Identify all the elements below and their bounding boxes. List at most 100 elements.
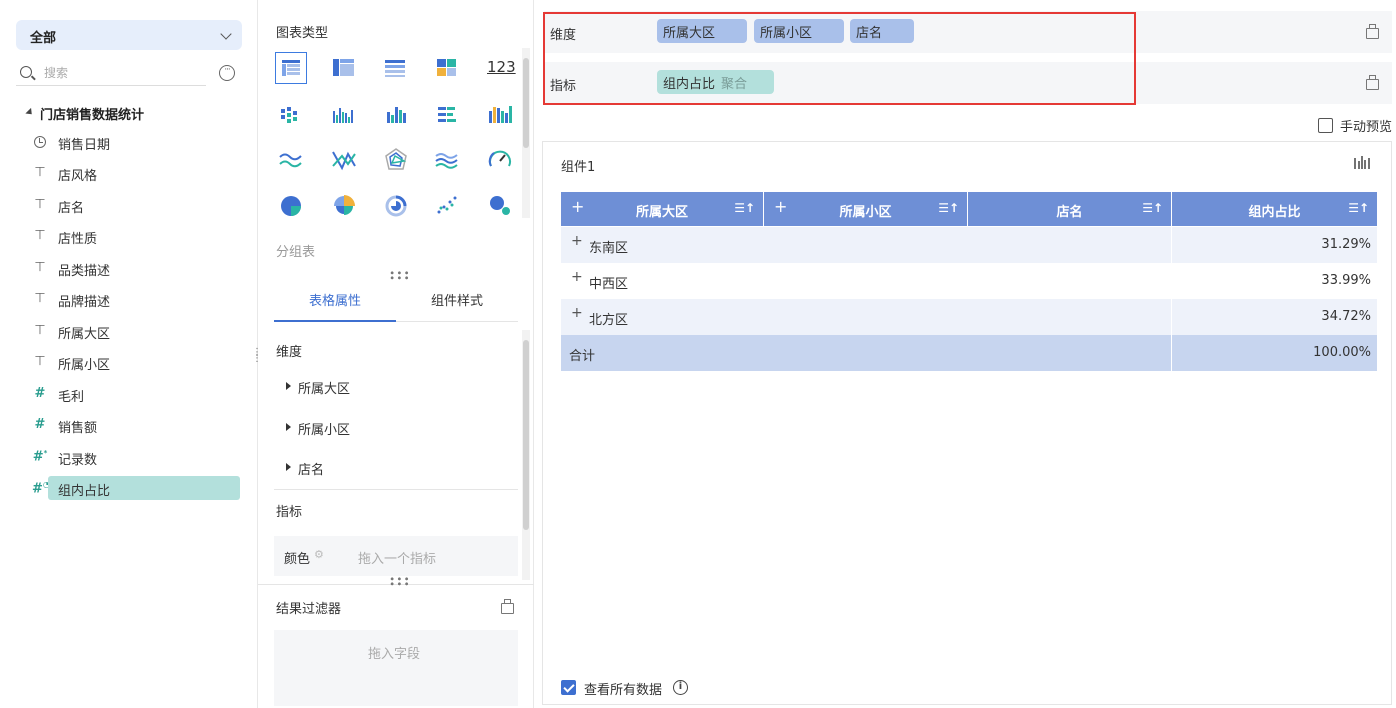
bar-chart-icon[interactable] (380, 99, 412, 131)
caret-right-icon[interactable] (286, 382, 291, 390)
dataset-root[interactable]: 门店销售数据统计 (40, 104, 144, 123)
manual-preview-checkbox[interactable] (1318, 118, 1333, 133)
measure-shelf[interactable]: 指标 组内占比 聚合 (544, 62, 1392, 104)
pie-chart-icon[interactable] (275, 190, 307, 222)
more-options-icon[interactable]: ··· (219, 65, 235, 81)
scrollbar-thumb[interactable] (523, 340, 529, 530)
component-title: 组件1 (561, 160, 596, 175)
number-icon[interactable]: 123 (484, 52, 516, 84)
sort-icon[interactable]: ☰↑ (938, 201, 959, 215)
expand-row-icon[interactable]: + (571, 305, 583, 321)
radar-chart-icon[interactable] (380, 144, 412, 176)
expand-row-icon[interactable]: + (571, 269, 583, 285)
column-header-label: 所属大区 (635, 205, 688, 220)
scope-dropdown-label: 全部 (30, 31, 57, 46)
dimension-pill[interactable]: 所属大区 (657, 19, 747, 43)
component-card: 组件1 + 所属大区 ☰↑ + 所属小区 ☰↑ 店名 ☰↑ 组内占比 ☰↑ + … (542, 141, 1392, 705)
text-field-icon: ⊤ (34, 291, 46, 306)
chart-toggle-icon[interactable] (1353, 154, 1371, 172)
field-label: 组内占比 (58, 484, 111, 499)
area-chart-icon[interactable] (431, 144, 463, 176)
dimension-pill[interactable]: 店名 (850, 19, 914, 43)
tab-component-style[interactable]: 组件样式 (396, 290, 518, 309)
dimension-item[interactable]: 所属小区 (298, 419, 350, 438)
table-chart-icon[interactable] (275, 52, 307, 84)
cross-table-icon[interactable] (328, 52, 360, 84)
properties-scrollbar[interactable] (522, 330, 530, 580)
stacked-bar-icon[interactable] (484, 99, 516, 131)
field-item[interactable]: ⊤ 品牌描述 (26, 287, 240, 311)
caret-right-icon[interactable] (286, 463, 291, 471)
search-input[interactable] (44, 64, 194, 82)
table-row[interactable]: + 北方区 34.72% (561, 299, 1377, 335)
dimension-item[interactable]: 店名 (298, 459, 324, 478)
column-header[interactable]: + 所属大区 ☰↑ (561, 192, 763, 226)
grouped-dot-icon[interactable] (275, 99, 307, 131)
manual-preview-label: 手动预览 (1340, 120, 1393, 135)
dimension-item[interactable]: 所属大区 (298, 378, 350, 397)
kpi-card-icon[interactable] (431, 52, 463, 84)
field-item-selected[interactable]: 组内占比 (48, 476, 240, 500)
field-item[interactable]: ⊤ 店名 (26, 193, 240, 217)
shelf-settings-icon[interactable] (1366, 24, 1379, 39)
scrollbar-thumb[interactable] (523, 58, 529, 148)
chart-type-scrollbar[interactable] (522, 48, 530, 218)
grouped-bar-icon[interactable] (328, 99, 360, 131)
gauge-icon[interactable] (484, 144, 516, 176)
column-header-label: 所属小区 (839, 205, 892, 220)
field-item[interactable]: ⊤ 品类描述 (26, 256, 240, 280)
aggregate-label: 聚合 (721, 77, 748, 92)
field-item[interactable]: ⊤ 店性质 (26, 224, 240, 248)
column-header-label: 店名 (1056, 205, 1083, 220)
donut-chart-icon[interactable] (380, 190, 412, 222)
measure-pill[interactable]: 组内占比 聚合 (657, 70, 774, 94)
info-icon[interactable]: i (673, 680, 688, 695)
text-field-icon: ⊤ (34, 197, 46, 212)
bubble-chart-icon[interactable] (484, 190, 516, 222)
measure-section-title: 指标 (276, 505, 303, 520)
scope-dropdown[interactable]: 全部 (16, 20, 242, 50)
field-item[interactable]: # 毛利 (26, 382, 240, 406)
table-row[interactable]: + 东南区 31.29% (561, 227, 1377, 263)
filter-settings-icon[interactable] (501, 599, 514, 614)
column-header[interactable]: 组内占比 ☰↑ (1172, 192, 1377, 226)
tab-table-properties[interactable]: 表格属性 (274, 290, 396, 309)
dimension-shelf[interactable]: 维度 所属大区 所属小区 店名 (544, 11, 1392, 53)
view-all-data-checkbox[interactable] (561, 680, 576, 695)
scatter-chart-icon[interactable] (431, 190, 463, 222)
total-label: 合计 (569, 349, 596, 364)
sort-icon[interactable]: ☰↑ (734, 201, 755, 215)
ratio-cell: 31.29% (1321, 237, 1371, 252)
column-header[interactable]: 店名 ☰↑ (968, 192, 1171, 226)
line-chart-icon[interactable] (275, 144, 307, 176)
resize-handle[interactable]: ∙∙∙ ∙∙∙ (389, 575, 411, 590)
count-field-icon: #* (32, 449, 48, 465)
gear-icon[interactable]: ⚙ (314, 548, 324, 561)
column-header-label: 组内占比 (1248, 205, 1301, 220)
field-item[interactable]: ⊤ 所属小区 (26, 350, 240, 374)
caret-down-icon[interactable] (25, 107, 35, 118)
field-item[interactable]: ⊤ 店风格 (26, 161, 240, 185)
cross-line-icon[interactable] (328, 144, 360, 176)
region-cell: 北方区 (589, 313, 629, 328)
text-field-icon: ⊤ (34, 228, 46, 243)
field-item[interactable]: # 销售额 (26, 413, 240, 437)
caret-right-icon[interactable] (286, 423, 291, 431)
detail-table-icon[interactable] (380, 52, 412, 84)
expand-row-icon[interactable]: + (571, 233, 583, 249)
field-item[interactable]: ⊤ 所属大区 (26, 319, 240, 343)
filter-drop-zone[interactable]: 拖入字段 (274, 630, 518, 706)
config-panel: 图表类型 123 分组表 ∙∙∙ ∙∙∙ 表格属性 组件样式 维度 所属大区 所… (258, 0, 534, 708)
sort-icon[interactable]: ☰↑ (1348, 201, 1369, 215)
rose-chart-icon[interactable] (328, 190, 360, 222)
shelf-settings-icon[interactable] (1366, 75, 1379, 90)
column-header[interactable]: + 所属小区 ☰↑ (764, 192, 967, 226)
color-label: 颜色 (284, 552, 311, 567)
field-item[interactable]: 销售日期 (26, 130, 240, 154)
dimension-pill[interactable]: 所属小区 (754, 19, 844, 43)
sort-icon[interactable]: ☰↑ (1142, 201, 1163, 215)
horizontal-bar-icon[interactable] (431, 99, 463, 131)
table-row[interactable]: + 中西区 33.99% (561, 263, 1377, 299)
field-item[interactable]: #* 记录数 (26, 445, 240, 469)
color-drop-zone[interactable]: 颜色 ⚙ 拖入一个指标 (274, 536, 518, 576)
